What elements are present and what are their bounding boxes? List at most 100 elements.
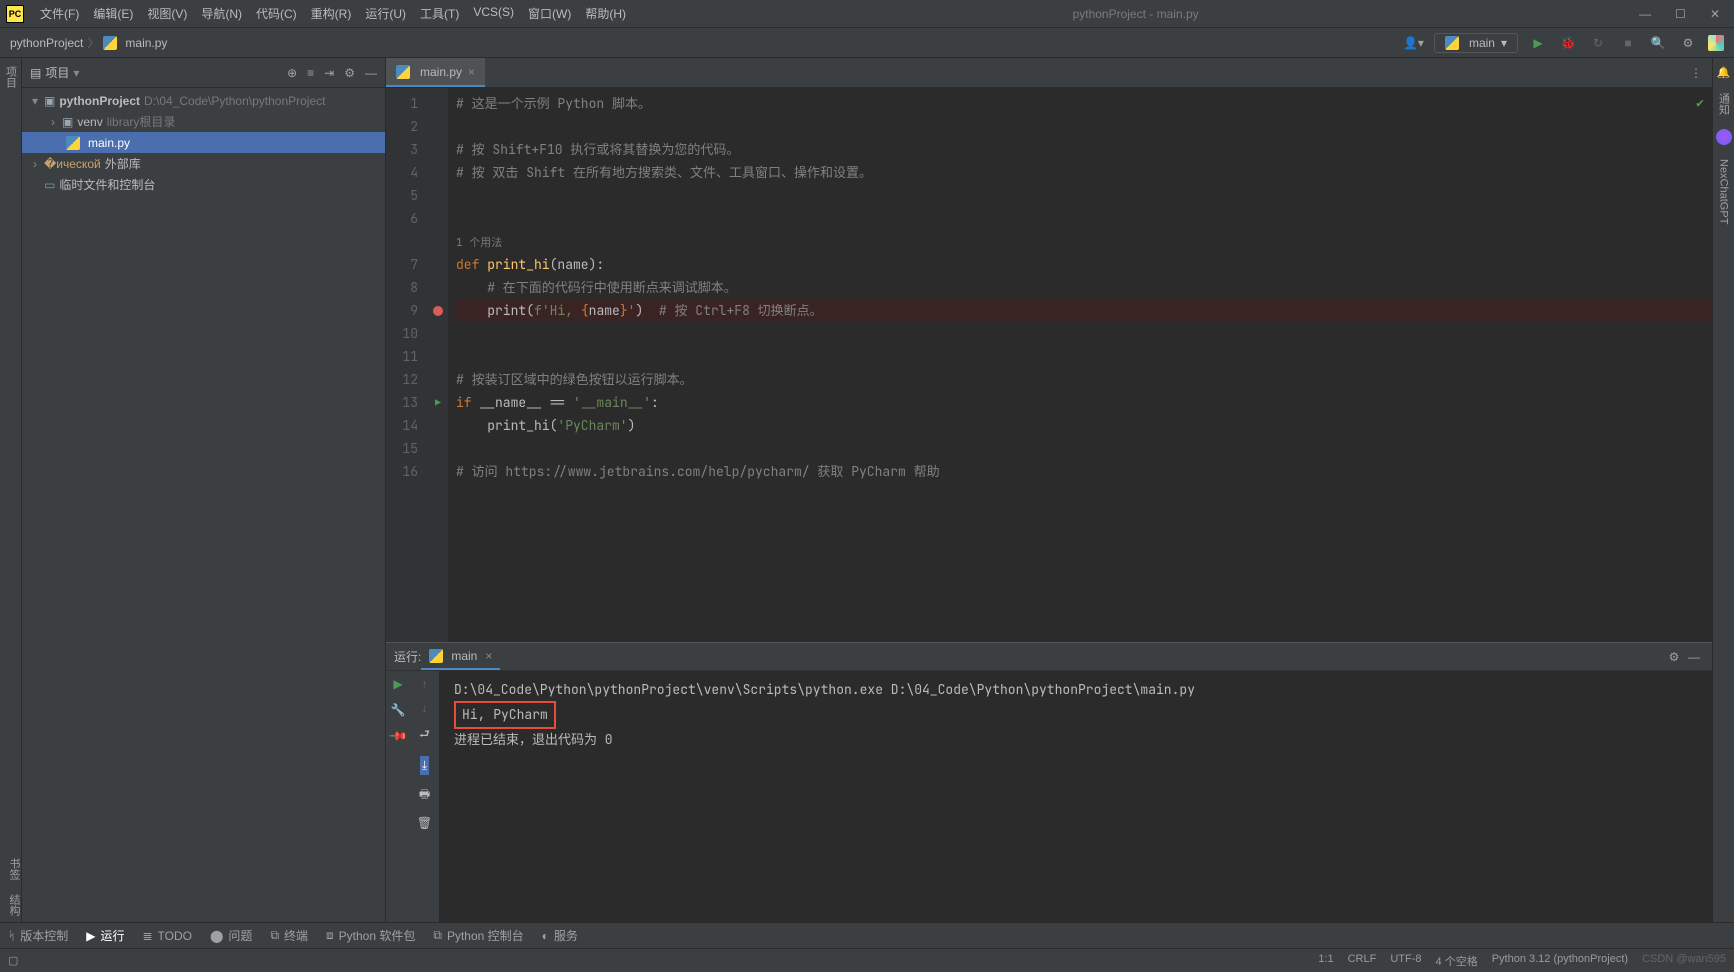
close-button[interactable]: ✕ — [1710, 7, 1720, 21]
code-with-me-icon[interactable] — [1708, 35, 1724, 51]
line-number[interactable]: 8 — [386, 276, 428, 299]
up-icon[interactable]: ↑ — [422, 677, 428, 691]
line-number[interactable]: 6 — [386, 207, 428, 230]
pin-tab-icon[interactable]: 📌 — [388, 726, 408, 746]
status-tool-window-icon[interactable]: ▢ — [8, 954, 18, 967]
minimize-button[interactable]: — — [1639, 7, 1651, 21]
line-number[interactable]: 14 — [386, 414, 428, 437]
run-button[interactable]: ▶ — [1528, 33, 1548, 53]
breadcrumb-file[interactable]: main.py — [125, 36, 167, 50]
debug-button[interactable]: 🐞 — [1558, 33, 1578, 53]
notifications-icon[interactable]: 🔔 — [1717, 66, 1731, 79]
panel-settings-icon[interactable]: ⚙ — [344, 66, 355, 80]
chevron-down-icon[interactable]: ▾ — [73, 66, 79, 80]
tree-main-file[interactable]: main.py — [22, 132, 385, 153]
problems-tool-tab[interactable]: ⬤问题 — [210, 927, 252, 944]
tree-venv[interactable]: › ▣ venv library根目录 — [22, 111, 385, 132]
hide-panel-icon[interactable]: — — [365, 66, 377, 80]
tree-scratches[interactable]: ▭ 临时文件和控制台 — [22, 174, 385, 195]
line-number[interactable]: 13 — [386, 391, 428, 414]
modify-run-config-icon[interactable]: 🔧 — [391, 703, 406, 717]
menu-file[interactable]: 文件(F) — [34, 3, 85, 24]
menu-refactor[interactable]: 重构(R) — [305, 3, 358, 24]
settings-icon[interactable]: ⚙ — [1678, 33, 1698, 53]
run-configuration-selector[interactable]: main ▾ — [1434, 33, 1518, 53]
line-number[interactable]: 12 — [386, 368, 428, 391]
line-number[interactable]: 5 — [386, 184, 428, 207]
menu-run[interactable]: 运行(U) — [359, 3, 412, 24]
run-with-coverage-button[interactable]: ↻ — [1588, 33, 1608, 53]
python-console-tool-tab[interactable]: ⧉Python 控制台 — [433, 927, 523, 944]
services-tool-tab[interactable]: ◐服务 — [542, 927, 578, 944]
marker-gutter[interactable]: ▶ — [428, 88, 448, 642]
run-panel-settings-icon[interactable]: ⚙ — [1664, 647, 1684, 667]
vcs-tool-tab[interactable]: ᛋ版本控制 — [8, 927, 68, 944]
breakpoint-icon[interactable] — [433, 306, 443, 316]
notifications-tab[interactable]: 通知 — [1716, 93, 1732, 115]
rerun-button[interactable]: ▶ — [393, 677, 402, 691]
down-icon[interactable]: ↓ — [422, 701, 428, 715]
chevron-right-icon[interactable]: › — [48, 115, 58, 129]
usage-hint[interactable]: 1 个用法 — [456, 236, 502, 250]
expand-all-icon[interactable]: ≡ — [307, 66, 314, 80]
packages-tool-tab[interactable]: ⧈Python 软件包 — [326, 927, 415, 944]
chevron-down-icon[interactable]: ▾ — [30, 94, 40, 108]
code-content[interactable]: # 这是一个示例 Python 脚本。 # 按 Shift+F10 执行或将其替… — [448, 88, 1712, 642]
status-line-separator[interactable]: CRLF — [1348, 953, 1377, 969]
status-interpreter[interactable]: Python 3.12 (pythonProject) — [1492, 953, 1628, 969]
clear-all-icon[interactable]: 🗑 — [417, 816, 432, 830]
todo-tool-tab[interactable]: ≣TODO — [142, 929, 192, 943]
menu-vcs[interactable]: VCS(S) — [467, 3, 520, 24]
chat-icon[interactable] — [1716, 129, 1732, 145]
stop-button[interactable]: ■ — [1618, 33, 1638, 53]
close-run-tab-icon[interactable]: × — [485, 649, 492, 663]
menu-view[interactable]: 视图(V) — [141, 3, 193, 24]
editor-tab-main[interactable]: main.py × — [386, 58, 485, 87]
project-panel-title[interactable]: 项目 — [45, 64, 69, 81]
status-indent[interactable]: 4 个空格 — [1436, 953, 1478, 969]
collapse-all-icon[interactable]: ⇥ — [324, 66, 334, 80]
line-number[interactable]: 15 — [386, 437, 428, 460]
code-editor[interactable]: 1 2 3 4 5 6 7 8 9 10 11 12 13 14 15 16 — [386, 88, 1712, 642]
run-tool-tab[interactable]: ▶运行 — [86, 927, 124, 944]
hide-run-panel-icon[interactable]: — — [1684, 647, 1704, 667]
analysis-ok-icon[interactable]: ✔ — [1696, 94, 1704, 111]
line-number[interactable]: 7 — [386, 253, 428, 276]
editor-tab-menu[interactable]: ⋮ — [1680, 66, 1712, 80]
console-output[interactable]: D:\04_Code\Python\pythonProject\venv\Scr… — [440, 671, 1712, 922]
menu-window[interactable]: 窗口(W) — [522, 3, 577, 24]
line-number[interactable] — [386, 230, 428, 253]
scroll-to-end-icon[interactable]: ⤓ — [420, 756, 429, 775]
menu-code[interactable]: 代码(C) — [250, 3, 303, 24]
line-number[interactable]: 16 — [386, 460, 428, 483]
close-tab-icon[interactable]: × — [468, 65, 475, 79]
soft-wrap-icon[interactable]: ⮐ — [419, 725, 430, 746]
menu-help[interactable]: 帮助(H) — [579, 3, 632, 24]
line-number[interactable]: 10 — [386, 322, 428, 345]
structure-tab[interactable]: 结构 — [0, 894, 22, 916]
menu-navigate[interactable]: 导航(N) — [195, 3, 248, 24]
run-gutter-icon[interactable]: ▶ — [435, 396, 441, 409]
maximize-button[interactable]: ☐ — [1675, 7, 1686, 21]
project-tool-tab[interactable]: 项目 — [3, 66, 19, 88]
line-number[interactable]: 3 — [386, 138, 428, 161]
print-icon[interactable]: 🖶 — [419, 785, 430, 806]
chevron-right-icon[interactable]: › — [30, 157, 40, 171]
account-dropdown[interactable]: 👤▾ — [1403, 36, 1424, 50]
run-panel-tab[interactable]: main × — [421, 643, 500, 670]
status-caret-position[interactable]: 1:1 — [1318, 953, 1333, 969]
menu-edit[interactable]: 编辑(E) — [87, 3, 139, 24]
breadcrumb-project[interactable]: pythonProject — [10, 36, 83, 50]
line-number-gutter[interactable]: 1 2 3 4 5 6 7 8 9 10 11 12 13 14 15 16 — [386, 88, 428, 642]
project-tree[interactable]: ▾ ▣ pythonProject D:\04_Code\Python\pyth… — [22, 88, 385, 922]
line-number[interactable]: 11 — [386, 345, 428, 368]
select-opened-file-icon[interactable]: ⊕ — [287, 66, 297, 80]
line-number[interactable]: 9 — [386, 299, 428, 322]
chat-tab[interactable]: NexChatGPT — [1718, 159, 1730, 224]
tree-project-root[interactable]: ▾ ▣ pythonProject D:\04_Code\Python\pyth… — [22, 90, 385, 111]
line-number[interactable]: 4 — [386, 161, 428, 184]
menu-tools[interactable]: 工具(T) — [414, 3, 465, 24]
bookmarks-tab[interactable]: 书签 — [0, 858, 22, 880]
line-number[interactable]: 1 — [386, 92, 428, 115]
search-icon[interactable]: 🔍 — [1648, 33, 1668, 53]
